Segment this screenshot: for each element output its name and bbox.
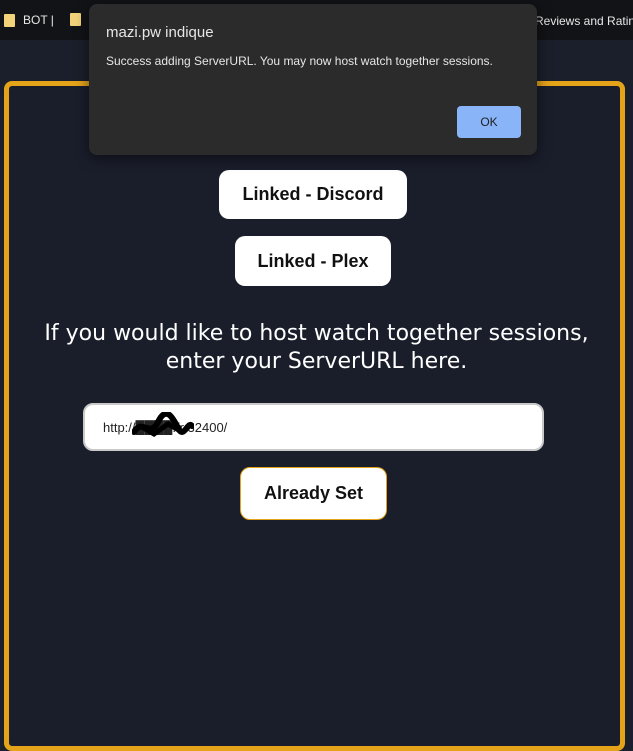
already-set-button[interactable]: Already Set [240, 467, 387, 520]
redaction-scribble [132, 412, 194, 437]
bookmark-reviews[interactable]: Reviews and Rating [535, 14, 633, 28]
linked-plex-button[interactable]: Linked - Plex [235, 236, 391, 286]
ok-button[interactable]: OK [457, 106, 521, 138]
alert-dialog: mazi.pw indique Success adding ServerURL… [89, 4, 537, 155]
bookmark-label: BOT | [23, 13, 54, 27]
dialog-title: mazi.pw indique [106, 24, 214, 41]
folder-icon [4, 13, 15, 27]
headline-line-1: If you would like to host watch together… [44, 321, 589, 346]
headline-line-2: enter your ServerURL here. [165, 349, 468, 374]
bookmark-bot[interactable]: BOT | [4, 13, 54, 27]
linked-discord-button[interactable]: Linked - Discord [219, 170, 407, 219]
dialog-message: Success adding ServerURL. You may now ho… [106, 54, 493, 68]
bookmark-folder[interactable] [70, 13, 81, 26]
folder-icon [70, 13, 81, 26]
page-headline: If you would like to host watch together… [0, 320, 633, 376]
